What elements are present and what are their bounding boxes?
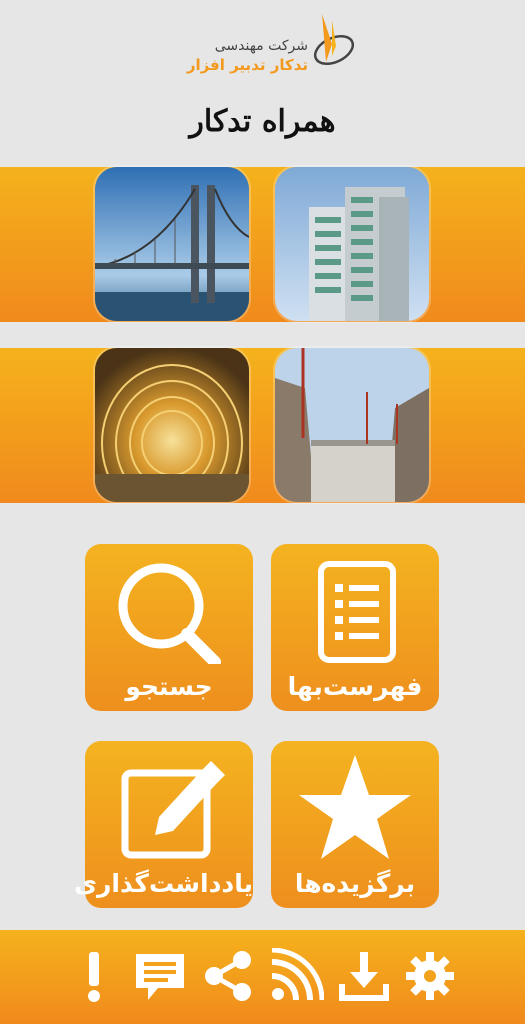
logo-company-type: شرکت مهندسی	[214, 38, 308, 54]
photo-dam[interactable]	[275, 348, 429, 502]
bottom-toolbar	[0, 930, 525, 1024]
photo-building[interactable]	[275, 167, 429, 321]
bridge-photo	[95, 167, 249, 321]
exclamation-icon[interactable]	[66, 948, 122, 1004]
search-button[interactable]: جستجو	[85, 544, 253, 711]
photo-bridge[interactable]	[95, 167, 249, 321]
search-icon	[118, 563, 221, 664]
rss-icon[interactable]	[268, 948, 324, 1004]
notes-label: یادداشت‌گذاری	[74, 869, 253, 898]
tunnel-photo	[95, 348, 249, 502]
favorites-button[interactable]: برگزیده‌ها	[271, 741, 439, 908]
logo-company-name: تدکار تدبیر افزار	[186, 56, 308, 74]
company-logo: شرکت مهندسی تدکار تدبیر افزار	[168, 8, 358, 78]
list-document-icon	[318, 561, 396, 663]
edit-note-icon	[121, 761, 225, 859]
download-icon[interactable]	[336, 948, 392, 1004]
price-list-label: فهرست‌بها	[287, 672, 423, 701]
star-icon	[299, 755, 411, 859]
favorites-label: برگزیده‌ها	[294, 869, 416, 898]
price-list-button[interactable]: فهرست‌بها	[271, 544, 439, 711]
message-icon[interactable]	[132, 948, 188, 1004]
building-photo	[275, 167, 429, 321]
gear-icon[interactable]	[402, 948, 458, 1004]
photo-tunnel[interactable]	[95, 348, 249, 502]
share-icon[interactable]	[200, 948, 256, 1004]
search-label: جستجو	[125, 672, 213, 701]
gallery-band-top	[0, 167, 525, 322]
logo-mark-icon	[313, 14, 355, 66]
gallery-band-bottom	[0, 348, 525, 503]
dam-photo	[275, 348, 429, 502]
app-title: همراه تدکار	[189, 104, 336, 139]
notes-button[interactable]: یادداشت‌گذاری	[74, 741, 253, 908]
